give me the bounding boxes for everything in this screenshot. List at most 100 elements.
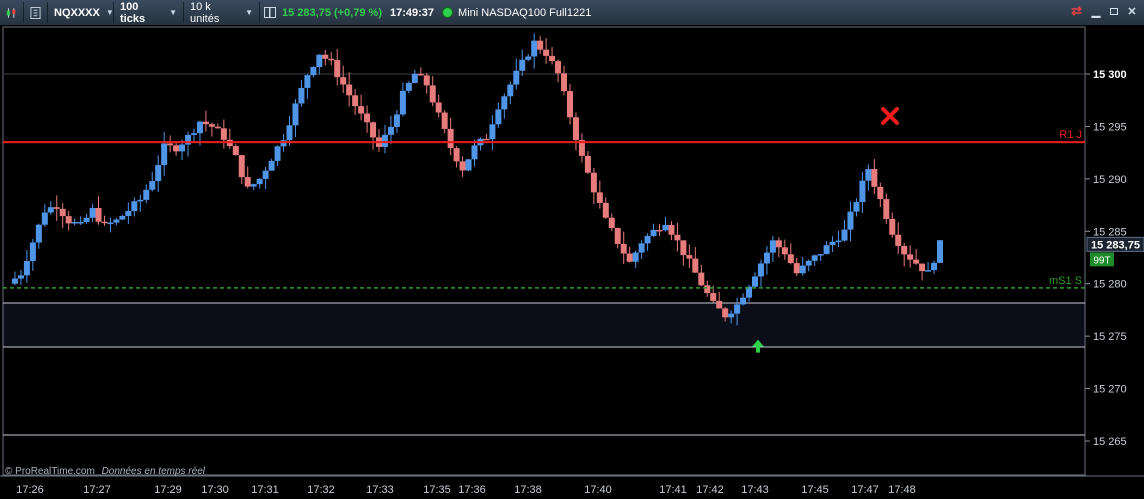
candle-up: [316, 54, 323, 68]
candle-up: [143, 189, 150, 200]
info-panel: 15 283,75 (+0,79 %) 17:49:37 Mini NASDAQ…: [260, 2, 597, 23]
close-icon[interactable]: ✕: [1126, 5, 1138, 18]
candle-down: [483, 138, 490, 141]
candle-down: [698, 272, 705, 286]
candle-up: [196, 121, 203, 134]
candle-up: [841, 229, 848, 241]
window-controls: ⇄ ▁ ✕: [1071, 3, 1138, 19]
candle-up: [119, 215, 126, 220]
candle-up: [125, 211, 132, 216]
candle-down: [364, 113, 371, 123]
candle-down: [101, 221, 108, 224]
candle-down: [173, 145, 180, 152]
candle-down: [596, 192, 603, 203]
candle-up: [644, 235, 651, 244]
ticks-dropdown[interactable]: 100 ticks ▼: [114, 1, 184, 25]
symbol-dropdown[interactable]: NQXXXX ▼: [48, 2, 114, 23]
units-dropdown[interactable]: 10 k unités ▼: [184, 1, 260, 25]
maximize-icon[interactable]: [1110, 7, 1118, 15]
x-tick-label: 17:36: [458, 484, 486, 496]
candle-up: [811, 255, 818, 261]
candle-down: [447, 128, 454, 149]
candle-up: [77, 221, 84, 224]
candle-down: [322, 54, 329, 59]
candle-down: [167, 143, 174, 146]
symbol-label: NQXXXX: [54, 6, 100, 19]
candle-down: [668, 224, 675, 235]
candle-up: [310, 67, 317, 76]
candle-up: [268, 160, 275, 171]
candle-down: [543, 49, 550, 56]
candlestick-icon[interactable]: [0, 2, 24, 23]
candle-up: [937, 240, 943, 263]
current-price-label: 15 283,75: [1091, 239, 1140, 251]
candle-down: [352, 95, 359, 107]
candle-up: [298, 87, 305, 104]
sync-icon[interactable]: ⇄: [1071, 3, 1082, 19]
candle-up: [519, 59, 526, 71]
x-tick-label: 17:33: [366, 484, 394, 496]
candle-up: [495, 109, 502, 125]
y-tick-label: 15 280: [1093, 279, 1127, 291]
connection-status-icon: [442, 7, 454, 18]
settings-icon[interactable]: [24, 2, 48, 23]
x-tick-label: 17:29: [154, 484, 182, 496]
candle-down: [614, 228, 621, 244]
candle-up: [107, 222, 114, 225]
candle-up: [531, 40, 538, 57]
chart-toggle-icon[interactable]: [264, 7, 276, 18]
candle-up: [47, 207, 54, 213]
candle-down: [214, 126, 221, 129]
candle-down: [674, 234, 681, 241]
candle-up: [769, 240, 776, 253]
x-tick-label: 17:35: [423, 484, 451, 496]
candle-up: [381, 134, 388, 147]
candle-up: [256, 178, 263, 185]
x-tick-label: 17:32: [307, 484, 335, 496]
candle-down: [919, 263, 926, 272]
candle-up: [262, 170, 269, 179]
candle-down: [453, 148, 460, 162]
candle-up: [17, 275, 24, 279]
chart-toolbar: NQXXXX ▼ 100 ticks ▼ 10 k unités ▼ 15 28…: [0, 0, 1144, 26]
y-tick-label: 15 290: [1093, 174, 1127, 186]
candle-up: [131, 201, 138, 212]
y-tick-label: 15 270: [1093, 384, 1127, 396]
candle-down: [328, 58, 335, 61]
candle-down: [608, 217, 615, 229]
candle-up: [847, 211, 854, 230]
candle-down: [572, 117, 579, 141]
highlight-zone: [2, 303, 1085, 347]
candle-down: [202, 121, 209, 125]
candle-down: [549, 55, 556, 62]
x-tick-label: 17:41: [659, 484, 687, 496]
candle-up: [411, 73, 418, 84]
candle-up: [513, 70, 520, 85]
minimize-icon[interactable]: ▁: [1090, 5, 1102, 18]
candle-down: [232, 146, 239, 156]
chevron-down-icon: ▼: [245, 8, 253, 17]
y-tick-label: 15 265: [1093, 436, 1127, 448]
y-tick-label: 15 300: [1093, 69, 1127, 81]
candle-down: [602, 202, 609, 218]
x-tick-label: 17:38: [514, 484, 542, 496]
candle-down: [877, 186, 884, 200]
r1-label: R1 J: [1059, 129, 1082, 141]
candle-down: [704, 285, 711, 294]
candle-down: [340, 77, 347, 85]
candle-up: [29, 242, 36, 262]
candle-down: [358, 106, 365, 114]
candle-up: [23, 261, 30, 276]
candle-down: [65, 216, 72, 224]
candle-up: [274, 146, 281, 161]
candle-down: [775, 240, 782, 248]
candle-down: [680, 240, 687, 256]
candle-down: [53, 207, 60, 209]
candle-up: [835, 240, 842, 243]
candle-up: [525, 56, 532, 60]
candle-down: [710, 293, 717, 301]
candle-up: [740, 297, 747, 305]
candle-down: [901, 245, 908, 255]
candle-up: [161, 143, 168, 166]
price-chart[interactable]: R1 J mS1 S 15 300 15 295 15 290 15 285 15 280…: [0, 25, 1144, 499]
